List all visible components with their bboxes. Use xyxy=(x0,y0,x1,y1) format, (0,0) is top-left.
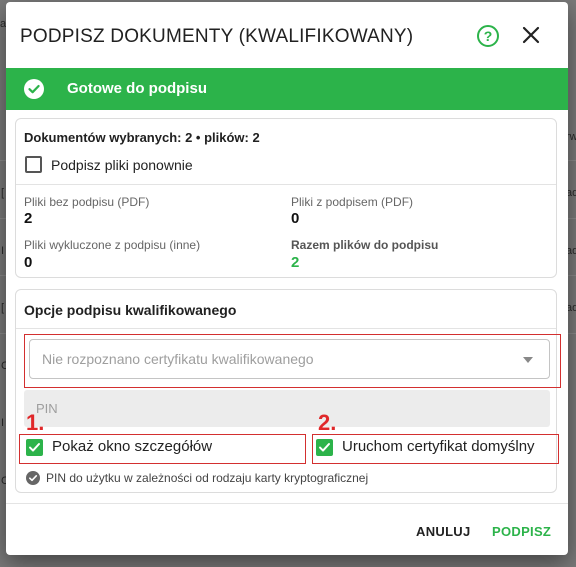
pin-input[interactable]: PIN xyxy=(24,390,550,427)
cancel-button[interactable]: ANULUJ xyxy=(416,524,471,539)
selected-documents-info: Dokumentów wybranych: 2 • plików: 2 xyxy=(24,130,260,145)
stat-value-excluded: 0 xyxy=(24,254,33,271)
divider xyxy=(16,184,556,185)
background-divider xyxy=(568,275,576,276)
check-circle-icon xyxy=(24,79,44,99)
dialog-footer: ANULUJ PODPISZ xyxy=(6,503,568,555)
background-divider xyxy=(568,218,576,219)
background-divider xyxy=(568,333,576,334)
pin-info-text: PIN do użytku w zależności od rodzaju ka… xyxy=(46,471,369,485)
background-text: I xyxy=(1,417,5,429)
show-details-label: Pokaż okno szczegółów xyxy=(52,438,213,455)
help-icon[interactable]: ? xyxy=(477,25,499,47)
background-text: [ xyxy=(1,187,5,199)
annotation-number-1: 1. xyxy=(26,410,45,435)
stat-value-signed: 0 xyxy=(291,210,300,227)
resign-checkbox[interactable] xyxy=(25,156,42,173)
background-divider xyxy=(568,160,576,161)
close-icon[interactable] xyxy=(520,24,542,46)
stat-label-excluded: Pliki wykluczone z podpisu (inne) xyxy=(24,238,201,252)
signature-options-card: Opcje podpisu kwalifikowanego Nie rozpoz… xyxy=(15,289,561,493)
status-text: Gotowe do podpisu xyxy=(67,80,207,97)
sign-documents-dialog: PODPISZ DOKUMENTY (KWALIFIKOWANY) ? Goto… xyxy=(6,2,568,555)
default-certificate-label: Uruchom certyfikat domyślny xyxy=(342,438,535,455)
default-certificate-checkbox[interactable] xyxy=(316,439,333,456)
annotation-number-2: 2. xyxy=(318,410,337,435)
divider xyxy=(16,328,556,329)
show-details-checkbox[interactable] xyxy=(26,439,43,456)
status-banner: Gotowe do podpisu xyxy=(6,68,568,110)
sign-button[interactable]: PODPISZ xyxy=(492,524,551,539)
summary-card: Dokumentów wybranych: 2 • plików: 2 Podp… xyxy=(15,118,557,278)
resign-label: Podpisz pliki ponownie xyxy=(51,157,193,173)
background-text: I xyxy=(1,245,5,257)
dialog-header: PODPISZ DOKUMENTY (KWALIFIKOWANY) ? xyxy=(6,2,568,68)
stat-label-signed: Pliki z podpisem (PDF) xyxy=(291,195,414,209)
stat-value-total: 2 xyxy=(291,254,300,271)
options-title: Opcje podpisu kwalifikowanego xyxy=(24,302,237,318)
stat-value-unsigned: 2 xyxy=(24,210,33,227)
certificate-select[interactable]: Nie rozpoznano certyfikatu kwalifikowane… xyxy=(29,339,550,379)
certificate-placeholder: Nie rozpoznano certyfikatu kwalifikowane… xyxy=(42,351,314,367)
check-circle-icon xyxy=(26,471,40,485)
dialog-title: PODPISZ DOKUMENTY (KWALIFIKOWANY) xyxy=(20,26,414,47)
background-text: [ xyxy=(1,302,5,314)
dropdown-arrow-icon xyxy=(523,357,533,363)
stat-label-unsigned: Pliki bez podpisu (PDF) xyxy=(24,195,150,209)
stat-label-total: Razem plików do podpisu xyxy=(291,238,439,252)
